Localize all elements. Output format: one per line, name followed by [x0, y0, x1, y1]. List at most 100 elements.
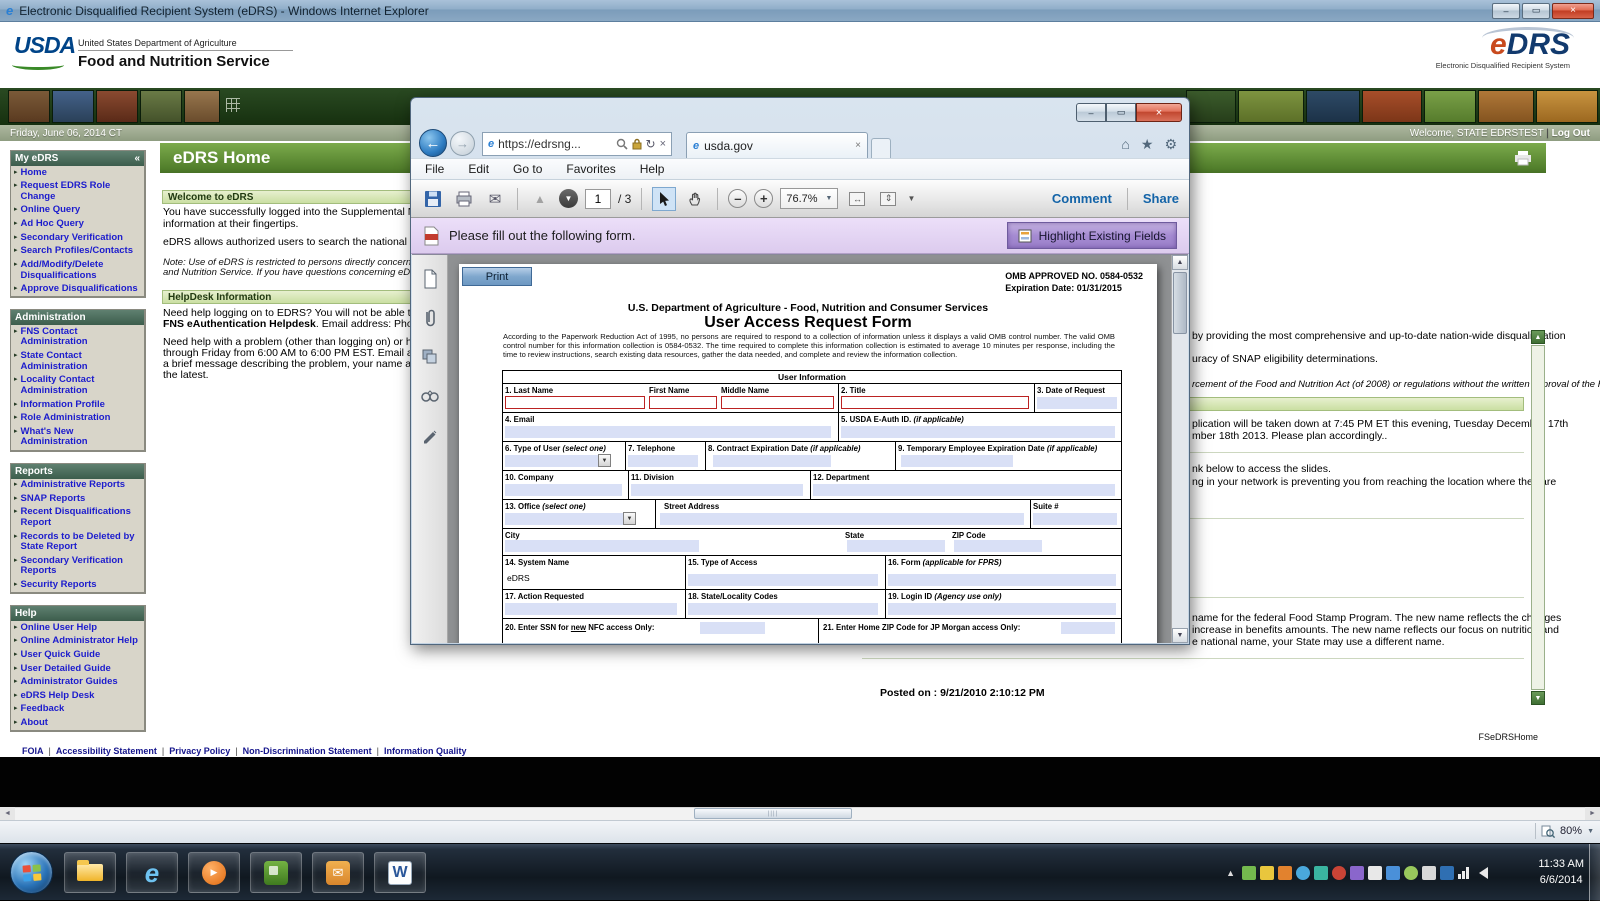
fit-width-icon[interactable]: ↔ [845, 187, 869, 211]
office-dropdown-icon[interactable]: ▼ [623, 512, 636, 525]
middle-name-input[interactable] [721, 396, 834, 409]
sidebar-item-security-reports[interactable]: ▸Security Reports [11, 579, 144, 593]
street-address-input[interactable] [660, 513, 1024, 525]
office-select[interactable] [505, 513, 623, 525]
back-button[interactable]: ← [419, 129, 447, 157]
tray-icon[interactable] [1314, 866, 1328, 880]
save-icon[interactable] [421, 187, 445, 211]
search-binoculars-icon[interactable] [419, 385, 441, 407]
last-name-input[interactable] [505, 396, 645, 409]
volume-icon[interactable] [1473, 867, 1488, 879]
menu-edit[interactable]: Edit [468, 162, 489, 176]
sidebar-item-about[interactable]: ▸About [11, 717, 144, 731]
page-number-input[interactable] [585, 189, 611, 209]
sidebar-item-home[interactable]: ▸Home [11, 166, 144, 180]
logout-link[interactable]: Log Out [1552, 128, 1590, 139]
tray-icon[interactable] [1278, 866, 1292, 880]
sidebar-item-snap-reports[interactable]: ▸SNAP Reports [11, 492, 144, 506]
sidebar-item-user-quick-guide[interactable]: ▸User Quick Guide [11, 648, 144, 662]
sidebar-item-approve-disqualifications[interactable]: ▸Approve Disqualifications [11, 283, 144, 297]
sidebar-item-online-query[interactable]: ▸Online Query [11, 204, 144, 218]
footer-link-foia[interactable]: FOIA [22, 746, 44, 756]
sidebar-item-search-profiles[interactable]: ▸Search Profiles/Contacts [11, 245, 144, 259]
eauth-id-input[interactable] [841, 426, 1115, 438]
pdf-scrollbar-thumb[interactable] [1173, 272, 1187, 334]
first-name-input[interactable] [649, 396, 717, 409]
sidebar-item-secondary-verification[interactable]: ▸Secondary Verification [11, 231, 144, 245]
search-icon[interactable] [616, 138, 628, 150]
sidebar-item-online-admin-help[interactable]: ▸Online Administrator Help [11, 635, 144, 649]
show-desktop-button[interactable] [1589, 844, 1600, 901]
menu-favorites[interactable]: Favorites [566, 162, 615, 176]
pdf-scrollbar[interactable]: ▲ ▼ [1171, 255, 1188, 643]
browser-tab[interactable]: e usda.gov × [686, 132, 868, 158]
tray-icon[interactable] [1332, 866, 1346, 880]
footer-link-privacy[interactable]: Privacy Policy [169, 746, 230, 756]
tray-icon[interactable] [1296, 866, 1310, 880]
stop-icon[interactable]: × [660, 138, 666, 150]
menu-goto[interactable]: Go to [513, 162, 542, 176]
next-page-icon[interactable]: ▼ [559, 189, 578, 208]
action-requested-input[interactable] [505, 603, 677, 615]
sidebar-item-request-role[interactable]: ▸Request EDRS Role Change [11, 180, 144, 204]
city-input[interactable] [505, 540, 699, 552]
footer-link-information-quality[interactable]: Information Quality [384, 746, 467, 756]
start-button[interactable] [10, 851, 53, 894]
print-form-button[interactable]: Print [462, 267, 532, 286]
print-icon[interactable] [452, 187, 476, 211]
email-input[interactable] [505, 426, 831, 438]
scroll-up-button[interactable]: ▲ [1531, 330, 1545, 344]
zoom-out-icon[interactable]: – [728, 189, 747, 208]
company-input[interactable] [505, 484, 622, 496]
sidebar-item-administrator-guides[interactable]: ▸Administrator Guides [11, 676, 144, 690]
zoom-dropdown-icon[interactable]: ▼ [1587, 828, 1594, 835]
taskbar-word-icon[interactable]: W [374, 852, 426, 893]
forward-button[interactable]: → [450, 131, 475, 156]
select-tool-icon[interactable] [652, 187, 676, 211]
share-button[interactable]: Share [1143, 191, 1179, 206]
layers-icon[interactable] [419, 346, 441, 368]
tray-icon[interactable] [1404, 866, 1418, 880]
tray-icon[interactable] [1260, 866, 1274, 880]
type-of-user-dropdown-icon[interactable]: ▼ [598, 454, 611, 467]
sidebar-item-fns-contact[interactable]: ▸FNS Contact Administration [11, 325, 144, 349]
page-thumbnails-icon[interactable] [419, 268, 441, 290]
collapse-icon[interactable]: « [134, 153, 140, 164]
scroll-right-button[interactable]: ► [1585, 807, 1600, 820]
temp-employee-expiration-input[interactable] [901, 455, 1013, 467]
zoom-in-icon[interactable]: + [754, 189, 773, 208]
sidebar-item-whats-new[interactable]: ▸What's New Administration [11, 425, 144, 449]
sidebar-item-role-administration[interactable]: ▸Role Administration [11, 412, 144, 426]
sidebar-item-adhoc-query[interactable]: ▸Ad Hoc Query [11, 218, 144, 232]
zoom-control[interactable]: 80% ▼ [1535, 823, 1594, 839]
footer-link-nondiscrimination[interactable]: Non-Discrimination Statement [243, 746, 372, 756]
sidebar-item-user-detailed-guide[interactable]: ▸User Detailed Guide [11, 662, 144, 676]
date-of-request-input[interactable] [1037, 397, 1117, 409]
refresh-icon[interactable]: ↻ [646, 137, 656, 151]
ssn-input[interactable] [700, 622, 765, 634]
content-scrollbar[interactable] [1531, 345, 1545, 690]
sidebar-item-locality-contact[interactable]: ▸Locality Contact Administration [11, 374, 144, 398]
scrollbar-thumb[interactable]: |||| [694, 808, 852, 819]
restore-button[interactable]: ▭ [1522, 3, 1550, 19]
email-icon[interactable]: ✉ [483, 187, 507, 211]
zip-code-input[interactable] [954, 540, 1042, 552]
state-locality-codes-input[interactable] [688, 603, 878, 615]
sidebar-item-recent-disqualifications[interactable]: ▸Recent Disqualifications Report [11, 506, 144, 530]
tray-icon[interactable] [1440, 866, 1454, 880]
sidebar-item-online-user-help[interactable]: ▸Online User Help [11, 621, 144, 635]
home-icon[interactable]: ⌂ [1121, 136, 1129, 153]
fit-page-icon[interactable]: ⇕ [876, 187, 900, 211]
sidebar-item-state-contact[interactable]: ▸State Contact Administration [11, 350, 144, 374]
signature-pen-icon[interactable] [419, 424, 441, 446]
sidebar-item-edrs-help-desk[interactable]: ▸eDRS Help Desk [11, 689, 144, 703]
print-page-icon[interactable] [1513, 150, 1533, 166]
new-tab-button[interactable] [871, 138, 891, 158]
zoom-select[interactable]: 76.7%▼ [780, 188, 838, 209]
minimize-button[interactable]: – [1492, 3, 1520, 19]
menu-file[interactable]: File [425, 162, 444, 176]
taskbar-ie-icon[interactable]: e [126, 852, 178, 893]
fprs-form-input[interactable] [888, 574, 1116, 586]
taskbar-explorer-icon[interactable] [64, 852, 116, 893]
suite-input[interactable] [1033, 513, 1117, 525]
